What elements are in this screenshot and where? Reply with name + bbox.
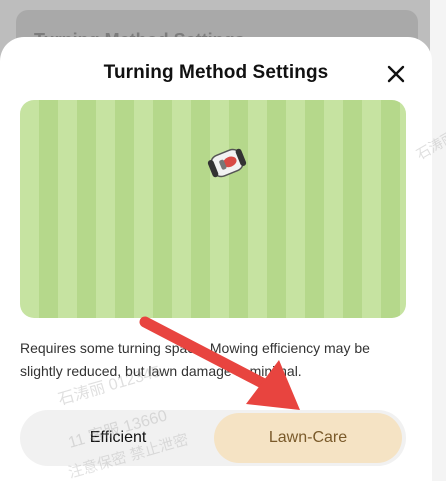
close-button[interactable] — [383, 61, 409, 87]
turning-method-dialog: Turning Method Settings Requires some tu… — [0, 37, 432, 481]
robot-mower-icon — [207, 148, 247, 178]
dialog-title: Turning Method Settings — [103, 62, 329, 83]
option-lawn-care[interactable]: Lawn-Care — [214, 413, 402, 463]
option-efficient[interactable]: Efficient — [20, 410, 216, 466]
turning-mode-toggle: Efficient Lawn-Care — [20, 410, 406, 466]
mode-description: Requires some turning space. Mowing effi… — [20, 340, 370, 379]
background-strip — [430, 0, 446, 481]
close-icon — [387, 65, 405, 83]
lawn-illustration — [20, 100, 406, 318]
